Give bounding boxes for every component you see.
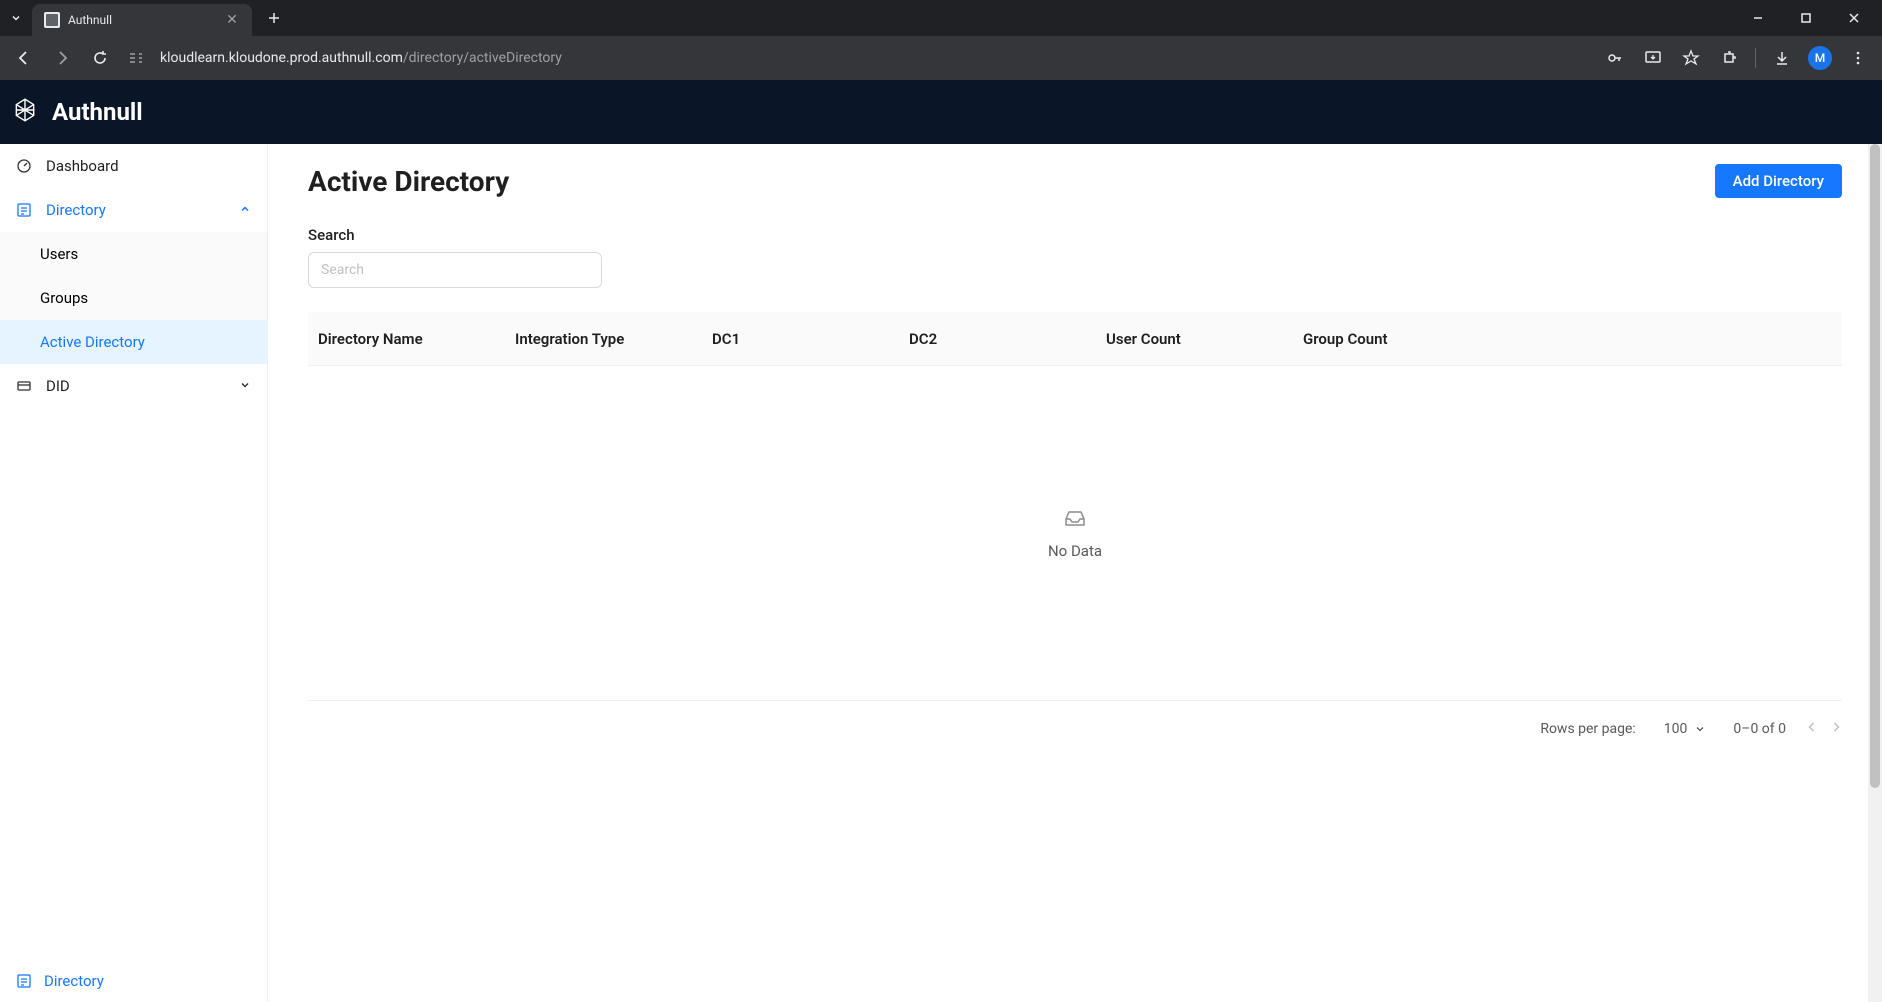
sidebar-breadcrumb-label: Directory xyxy=(44,972,104,990)
app-logo[interactable]: Authnull xyxy=(12,97,143,127)
dropdown-chevron-icon xyxy=(1695,724,1705,734)
browser-tab-bar: Authnull ✕ xyxy=(0,0,1882,36)
sidebar-sub-label: Groups xyxy=(40,289,88,307)
chevron-up-icon xyxy=(239,201,251,219)
window-maximize-button[interactable] xyxy=(1786,2,1826,34)
th-user-count: User Count xyxy=(1096,330,1293,348)
inbox-empty-icon xyxy=(1063,506,1087,534)
app-logo-icon xyxy=(12,97,38,127)
browser-reload-button[interactable] xyxy=(84,42,116,74)
search-input[interactable] xyxy=(308,252,602,288)
dashboard-icon xyxy=(16,158,32,174)
directory-icon xyxy=(16,973,32,989)
sidebar-sub-groups[interactable]: Groups xyxy=(0,276,267,320)
bookmark-star-icon[interactable] xyxy=(1675,42,1707,74)
toolbar-separator xyxy=(1755,48,1756,68)
chrome-menu-icon[interactable] xyxy=(1842,42,1874,74)
sidebar-breadcrumb[interactable]: Directory xyxy=(0,960,267,1002)
chevron-down-icon xyxy=(239,377,251,395)
avatar-initial: M xyxy=(1808,46,1832,70)
search-label: Search xyxy=(308,226,1842,244)
window-controls xyxy=(1738,2,1882,34)
th-dc2: DC2 xyxy=(899,330,1096,348)
url-host: kloudlearn.kloudone.prod.authnull.com xyxy=(160,50,403,66)
sidebar: Dashboard Directory Users Groups xyxy=(0,144,268,1002)
browser-toolbar: kloudlearn.kloudone.prod.authnull.com/di… xyxy=(0,36,1882,80)
sidebar-item-did[interactable]: DID xyxy=(0,364,267,408)
directory-icon xyxy=(16,202,32,218)
tab-favicon-icon xyxy=(44,12,60,28)
pagination: Rows per page: 100 0–0 of 0 xyxy=(308,701,1842,757)
rows-per-page-value: 100 xyxy=(1664,721,1688,737)
main-header: Active Directory Add Directory xyxy=(308,164,1842,198)
page-title: Active Directory xyxy=(308,165,509,198)
password-key-icon[interactable] xyxy=(1599,42,1631,74)
pagination-prev-button[interactable] xyxy=(1806,721,1818,737)
pagination-next-button[interactable] xyxy=(1830,721,1842,737)
empty-text: No Data xyxy=(1048,542,1102,560)
url-path: /directory/activeDirectory xyxy=(403,50,562,66)
sidebar-sub-active-directory[interactable]: Active Directory xyxy=(0,320,267,364)
th-group-count: Group Count xyxy=(1293,330,1842,348)
browser-tab[interactable]: Authnull ✕ xyxy=(32,4,252,36)
scrollbar-thumb[interactable] xyxy=(1870,144,1880,788)
empty-state: No Data xyxy=(308,366,1842,701)
table-header-row: Directory Name Integration Type DC1 DC2 … xyxy=(308,312,1842,366)
sidebar-item-label: Directory xyxy=(46,201,225,219)
scrollbar[interactable] xyxy=(1868,144,1882,1002)
directory-table: Directory Name Integration Type DC1 DC2 … xyxy=(308,312,1842,757)
app-logo-text: Authnull xyxy=(52,98,143,126)
install-app-icon[interactable] xyxy=(1637,42,1669,74)
rows-per-page-label: Rows per page: xyxy=(1540,721,1635,737)
app-header: Authnull xyxy=(0,80,1882,144)
sidebar-sub-users[interactable]: Users xyxy=(0,232,267,276)
sidebar-item-dashboard[interactable]: Dashboard xyxy=(0,144,267,188)
sidebar-sub-label: Users xyxy=(40,245,78,263)
browser-back-button[interactable] xyxy=(8,42,40,74)
th-directory-name: Directory Name xyxy=(308,330,505,348)
url-bar[interactable]: kloudlearn.kloudone.prod.authnull.com/di… xyxy=(156,50,1593,66)
rows-per-page-select[interactable]: 100 xyxy=(1656,717,1714,741)
pagination-range: 0–0 of 0 xyxy=(1733,721,1786,737)
th-integration-type: Integration Type xyxy=(505,330,702,348)
sidebar-item-label: Dashboard xyxy=(46,157,251,175)
tab-search-button[interactable] xyxy=(0,0,32,36)
site-info-icon[interactable] xyxy=(122,44,150,72)
main-content: Active Directory Add Directory Search Di… xyxy=(268,144,1882,1002)
sidebar-directory-submenu: Users Groups Active Directory xyxy=(0,232,267,364)
sidebar-sub-label: Active Directory xyxy=(40,333,145,351)
browser-forward-button[interactable] xyxy=(46,42,78,74)
extensions-icon[interactable] xyxy=(1713,42,1745,74)
did-icon xyxy=(16,378,32,394)
th-dc1: DC1 xyxy=(702,330,899,348)
window-close-button[interactable] xyxy=(1834,2,1874,34)
downloads-icon[interactable] xyxy=(1766,42,1798,74)
search-block: Search xyxy=(308,226,1842,288)
sidebar-item-label: DID xyxy=(46,377,225,395)
new-tab-button[interactable] xyxy=(260,4,288,32)
add-directory-button[interactable]: Add Directory xyxy=(1715,164,1842,198)
window-minimize-button[interactable] xyxy=(1738,2,1778,34)
tab-title: Authnull xyxy=(68,13,216,27)
sidebar-item-directory[interactable]: Directory xyxy=(0,188,267,232)
profile-avatar[interactable]: M xyxy=(1804,42,1836,74)
tab-close-icon[interactable]: ✕ xyxy=(224,12,240,28)
